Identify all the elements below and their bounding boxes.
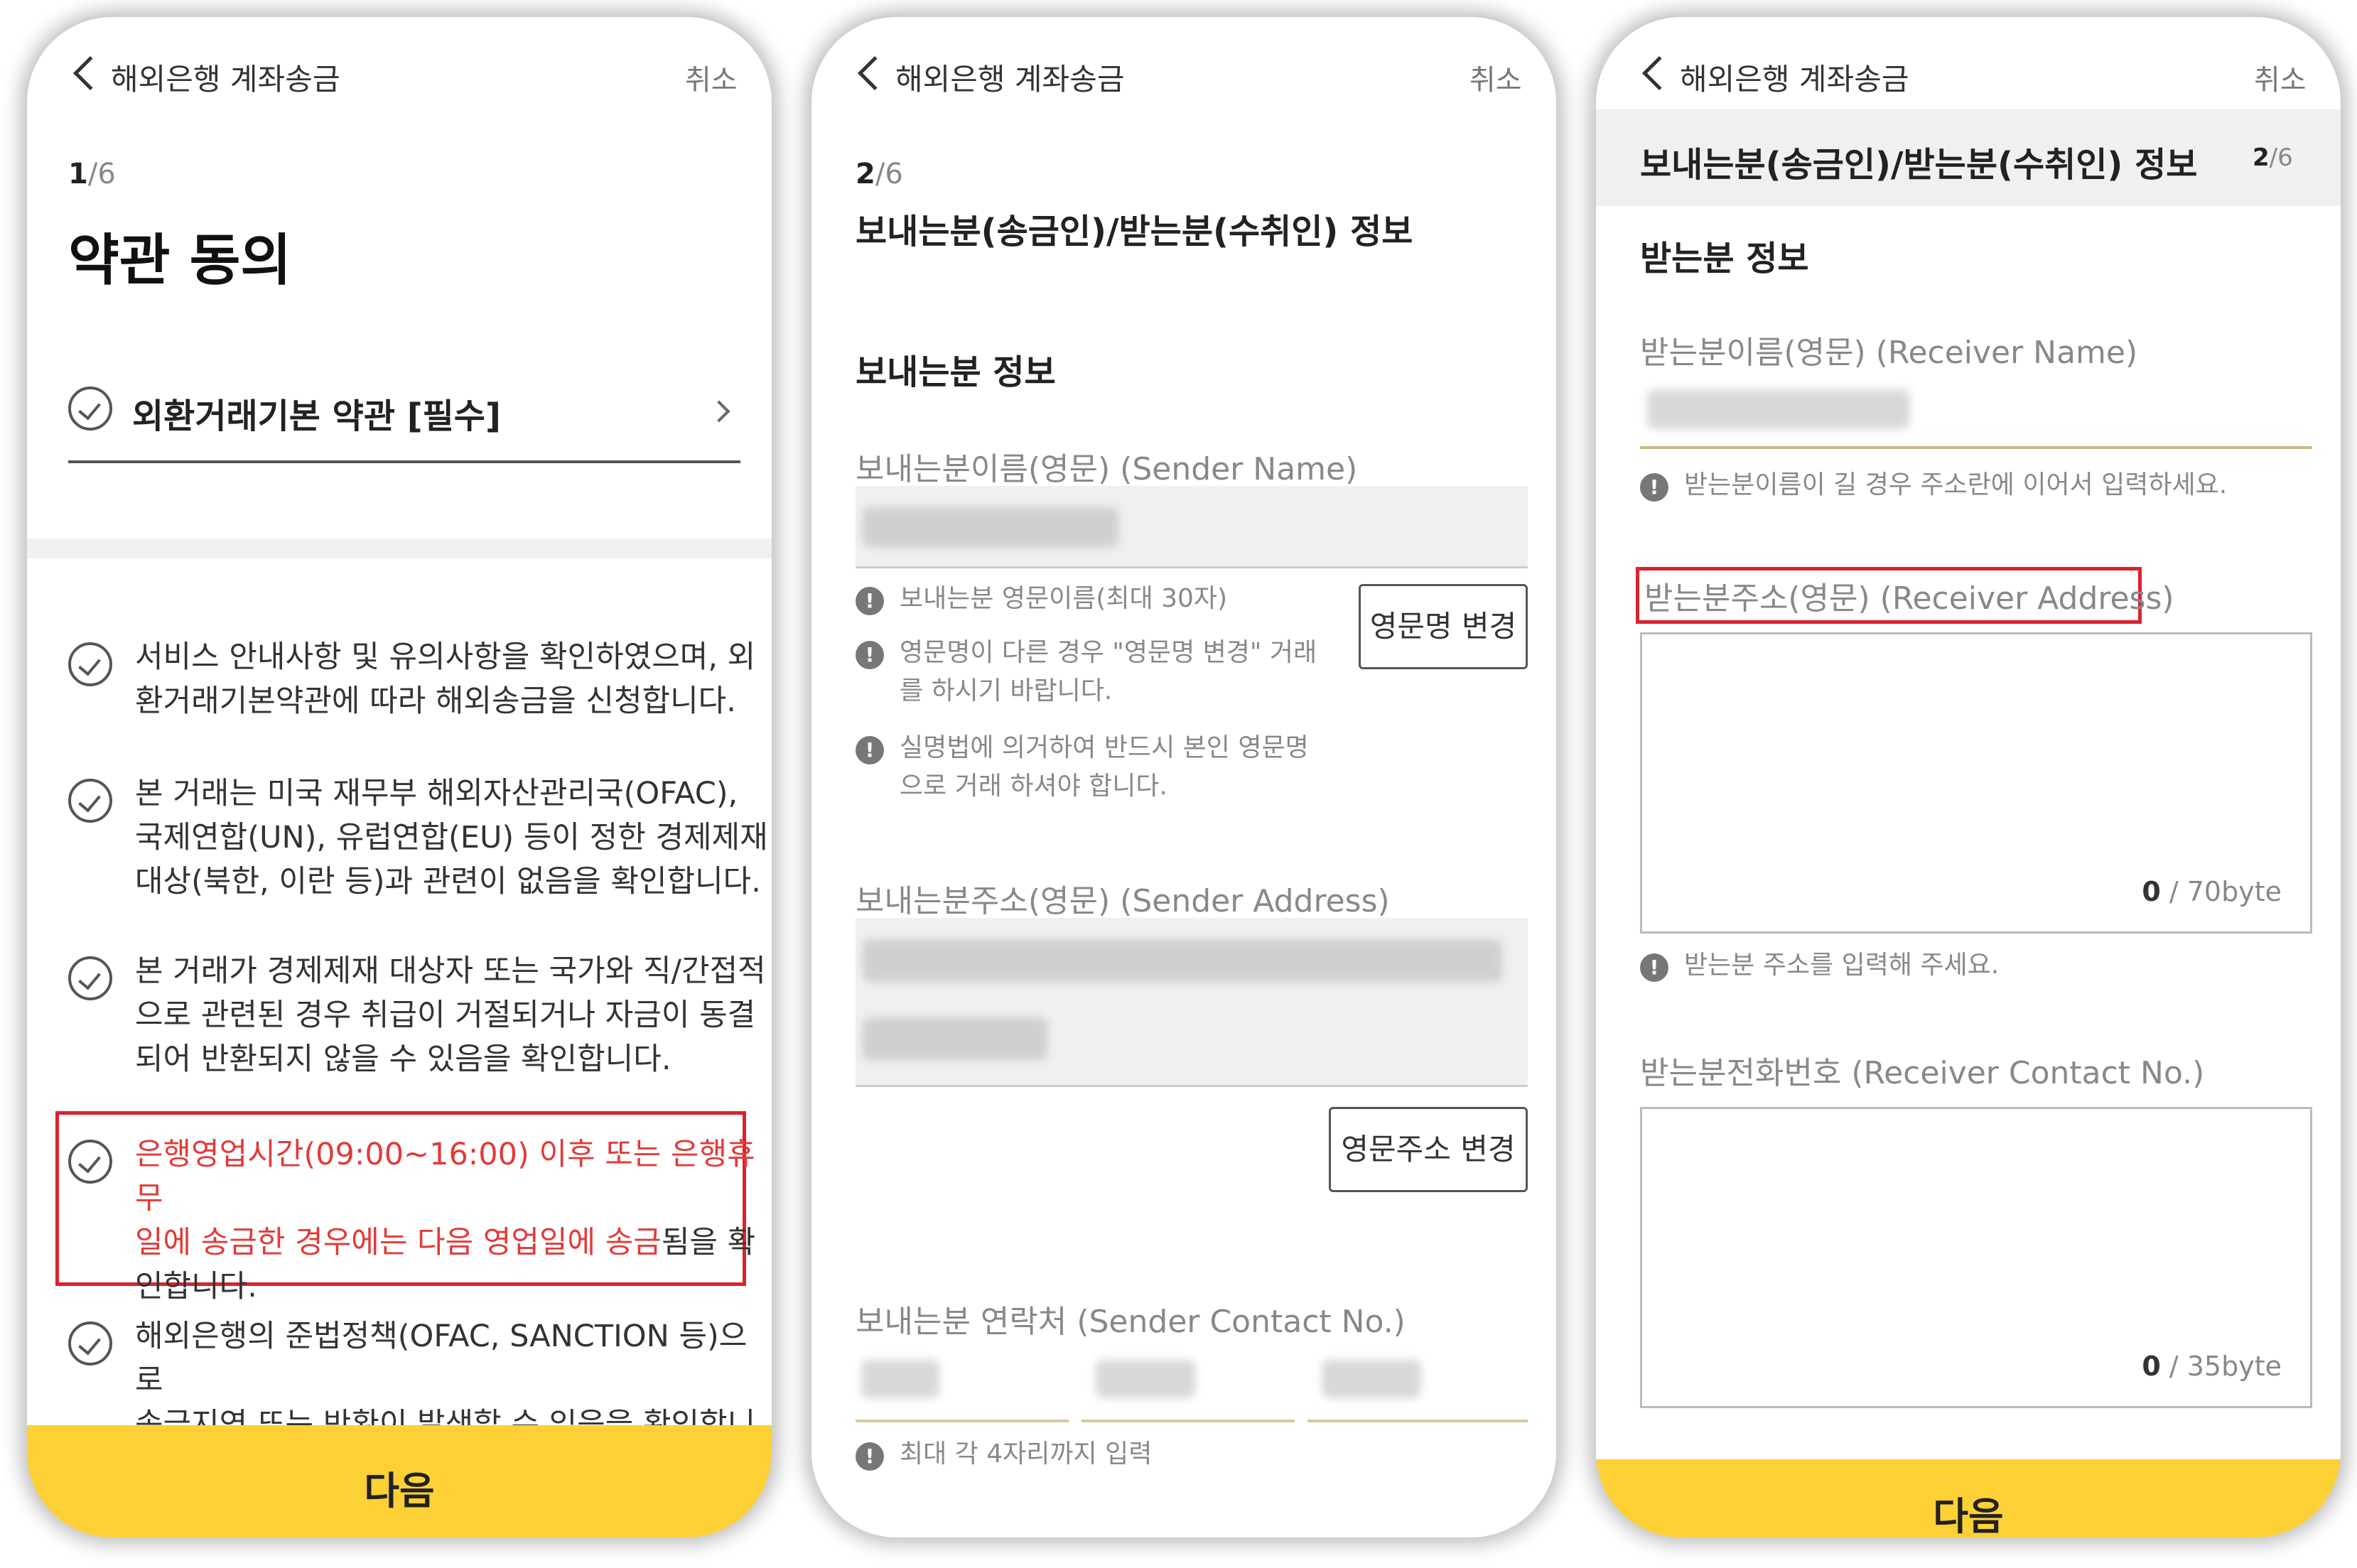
redacted-value <box>863 1017 1047 1060</box>
agreement-item-2: 본 거래는 미국 재무부 해외자산관리국(OFAC), 국제연합(UN), 유럽연… <box>135 776 768 899</box>
char-counter: 0 / 35byte <box>2142 1351 2282 1382</box>
redacted-value <box>863 939 1502 982</box>
field-underline <box>856 1420 1069 1422</box>
page-title: 보내는분(송금인)/받는분(수취인) 정보 <box>856 212 1413 252</box>
receiver-address-label: 받는분주소(영문) (Receiver Address) <box>1644 580 2174 617</box>
page-title: 보내는분(송금인)/받는분(수취인) 정보 <box>1640 145 2198 185</box>
divider <box>68 460 740 463</box>
terms-item-label: 외환거래기본 약관 [필수] <box>132 396 501 436</box>
info-receiver-name-text: 받는분이름이 길 경우 주소란에 이어서 입력하세요. <box>1684 470 2228 499</box>
sender-contact-label: 보내는분 연락처 (Sender Contact No.) <box>856 1304 1406 1340</box>
cancel-button[interactable]: 취소 <box>2254 57 2307 98</box>
receiver-contact-label: 받는분전화번호 (Receiver Contact No.) <box>1640 1055 2205 1091</box>
info-icon: ! <box>856 736 884 764</box>
back-icon[interactable] <box>72 55 108 91</box>
section-title: 받는분 정보 <box>1640 239 1809 279</box>
cancel-button[interactable]: 취소 <box>685 57 738 98</box>
info-icon: ! <box>1640 473 1668 502</box>
back-icon[interactable] <box>1641 55 1677 91</box>
contact-field-3[interactable] <box>1307 1340 1528 1425</box>
agreement-item-4: 은행영업시간(09:00~16:00) 이후 또는 은행휴무 일에 송금한 경우… <box>135 1137 756 1304</box>
step-indicator: 2/6 <box>2253 144 2293 172</box>
sender-address-label: 보내는분주소(영문) (Sender Address) <box>856 883 1390 919</box>
sender-name-field[interactable] <box>856 486 1528 568</box>
change-name-button[interactable]: 영문명 변경 <box>1359 584 1528 669</box>
info-receiver-address-text: 받는분 주소를 입력해 주세요. <box>1684 951 2000 980</box>
field-underline <box>1082 1420 1295 1422</box>
info-icon: ! <box>1640 953 1668 982</box>
redacted-value <box>1322 1360 1421 1398</box>
change-address-button[interactable]: 영문주소 변경 <box>1329 1107 1528 1192</box>
step-indicator: 2/6 <box>856 158 903 190</box>
header-title: 해외은행 계좌송금 <box>1680 62 1909 97</box>
check-circle-icon[interactable] <box>68 956 112 1000</box>
check-circle-icon[interactable] <box>68 386 112 431</box>
receiver-address-input[interactable]: 0 / 70byte <box>1640 632 2312 934</box>
sender-address-field[interactable] <box>856 918 1528 1087</box>
back-icon[interactable] <box>857 55 892 91</box>
redacted-value <box>1647 389 1910 429</box>
agreement-item-3: 본 거래가 경제제재 대상자 또는 국가와 직/간접적 으로 관련된 경우 취급이… <box>135 953 766 1077</box>
page-title: 약관 동의 <box>68 229 292 293</box>
check-circle-icon[interactable] <box>68 1140 112 1184</box>
next-button-label: 다음 <box>1933 1494 2004 1537</box>
check-circle-icon[interactable] <box>68 642 112 686</box>
chevron-right-icon[interactable] <box>708 400 730 423</box>
step-indicator: 1/6 <box>68 158 116 190</box>
field-underline <box>1307 1420 1528 1422</box>
info-name-change-text: 영문명이 다른 경우 "영문명 변경" 거래 를 하시기 바랍니다. <box>900 638 1317 705</box>
receiver-name-label: 받는분이름(영문) (Receiver Name) <box>1640 335 2138 371</box>
screen-terms-agreement: 해외은행 계좌송금 취소 1/6 약관 동의 외환거래기본 약관 [필수] 서비… <box>27 17 772 1537</box>
check-circle-icon[interactable] <box>68 779 112 823</box>
section-divider <box>27 539 772 558</box>
section-title: 보내는분 정보 <box>856 352 1056 392</box>
receiver-name-field[interactable] <box>1640 369 2312 452</box>
info-icon: ! <box>856 587 884 615</box>
contact-field-2[interactable] <box>1082 1340 1295 1425</box>
header-title: 해외은행 계좌송금 <box>895 62 1125 97</box>
cancel-button[interactable]: 취소 <box>1469 57 1522 98</box>
char-counter: 0 / 70byte <box>2142 876 2282 907</box>
next-button[interactable]: 다음 <box>1596 1459 2341 1537</box>
sticky-header: 보내는분(송금인)/받는분(수취인) 정보 2/6 <box>1596 109 2341 206</box>
info-name-text: 보내는분 영문이름(최대 30자) <box>900 584 1228 613</box>
info-icon: ! <box>856 1442 884 1471</box>
sender-name-label: 보내는분이름(영문) (Sender Name) <box>856 451 1358 487</box>
agreement-item-1: 서비스 안내사항 및 유의사항을 확인하였으며, 외 환거래기본약관에 따라 해외… <box>135 639 756 719</box>
field-underline <box>1640 446 2312 449</box>
screen-sender-info: 해외은행 계좌송금 취소 2/6 보내는분(송금인)/받는분(수취인) 정보 보… <box>811 17 1556 1537</box>
info-contact-text: 최대 각 4자리까지 입력 <box>900 1439 1153 1469</box>
redacted-value <box>861 1360 939 1398</box>
check-circle-icon[interactable] <box>68 1321 112 1366</box>
info-icon: ! <box>856 641 884 669</box>
receiver-contact-input[interactable]: 0 / 35byte <box>1640 1107 2312 1408</box>
info-realname-text: 실명법에 의거하여 반드시 본인 영문명 으로 거래 하셔야 합니다. <box>900 733 1309 801</box>
redacted-value <box>1096 1360 1195 1398</box>
contact-field-1[interactable] <box>856 1340 1069 1425</box>
redacted-value <box>863 507 1118 547</box>
screen-receiver-info: 해외은행 계좌송금 취소 보내는분(송금인)/받는분(수취인) 정보 2/6 받… <box>1596 17 2341 1537</box>
next-button[interactable]: 다음 <box>27 1425 772 1537</box>
next-button-label: 다음 <box>364 1469 435 1513</box>
terms-item-row[interactable]: 외환거래기본 약관 [필수] <box>68 372 740 472</box>
header-title: 해외은행 계좌송금 <box>111 62 340 97</box>
